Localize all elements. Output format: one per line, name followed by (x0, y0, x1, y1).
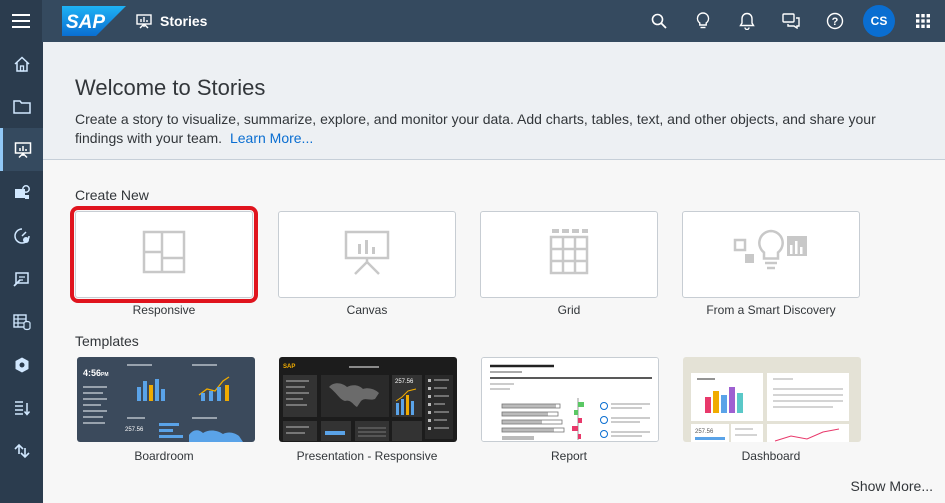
boardroom-time: 4:56 (83, 368, 101, 378)
stories-icon (136, 13, 152, 29)
dashboard-label: Dashboard (741, 449, 801, 463)
grid-table-icon (549, 229, 589, 280)
templates-heading: Templates (75, 333, 139, 349)
search-icon[interactable] (637, 0, 681, 42)
presentation-responsive-template[interactable]: SAP 257.56 (279, 357, 457, 442)
user-avatar[interactable]: CS (863, 5, 895, 37)
models-icon[interactable] (0, 343, 43, 386)
planning-icon[interactable] (0, 257, 43, 300)
shell-bar: SAP Stories ? CS (0, 0, 945, 42)
grid-tile[interactable] (480, 211, 658, 298)
app-title[interactable]: Stories (136, 13, 207, 29)
lightbulb-icon[interactable] (681, 0, 725, 42)
svg-text:?: ? (832, 16, 839, 28)
folder-icon[interactable] (0, 85, 43, 128)
report-label: Report (550, 449, 588, 463)
sap-logo[interactable]: SAP (62, 6, 126, 36)
menu-icon[interactable] (0, 0, 42, 42)
smart-discovery-label: From a Smart Discovery (706, 303, 836, 317)
canvas-tile[interactable] (278, 211, 456, 298)
responsive-tile[interactable] (70, 206, 258, 303)
data-import-icon[interactable] (0, 386, 43, 429)
canvas-label: Canvas (346, 303, 388, 317)
app-title-label: Stories (160, 13, 208, 29)
boardroom-label: Boardroom (134, 449, 194, 463)
notification-icon[interactable] (725, 0, 769, 42)
create-new-heading: Create New (75, 187, 149, 203)
welcome-header: Welcome to Stories Create a story to vis… (43, 42, 945, 160)
boardroom-thumbnail: 4:56PM 257.56 (77, 357, 255, 442)
page-title: Welcome to Stories (75, 75, 266, 100)
home-icon[interactable] (0, 42, 43, 85)
boardroom-value: 257.56 (125, 427, 144, 433)
presentation-responsive-label: Presentation - Responsive (296, 449, 438, 463)
page-description: Create a story to visualize, summarize, … (75, 110, 895, 148)
stories-nav-icon[interactable] (0, 128, 43, 171)
chat-icon[interactable] (769, 0, 813, 42)
boardroom-template[interactable]: 4:56PM 257.56 (77, 357, 255, 442)
presentation-brand: SAP (283, 364, 295, 370)
boardroom-time-suffix: PM (101, 372, 109, 378)
learn-more-link[interactable]: Learn More... (230, 130, 313, 146)
datasets-icon[interactable] (0, 300, 43, 343)
explore-icon[interactable] (0, 214, 43, 257)
dashboard-template[interactable]: 257.56 (683, 357, 861, 442)
connections-icon[interactable] (0, 429, 43, 472)
svg-text:SAP: SAP (66, 12, 105, 33)
help-icon[interactable]: ? (813, 0, 857, 42)
report-template[interactable] (481, 357, 659, 442)
product-switch-icon[interactable] (901, 0, 945, 42)
analytics-designer-icon[interactable] (0, 171, 43, 214)
report-thumbnail (482, 358, 658, 441)
presentation-thumbnail: SAP 257.56 (279, 357, 457, 442)
dashboard-value: 257.56 (695, 429, 714, 435)
grid-label: Grid (557, 303, 581, 317)
presentation-value: 257.56 (395, 379, 414, 385)
responsive-label: Responsive (132, 303, 196, 317)
side-navigation (0, 42, 43, 503)
dashboard-thumbnail: 257.56 (683, 357, 861, 442)
smart-discovery-icon (733, 228, 809, 281)
responsive-layout-icon (142, 230, 186, 279)
show-more-link[interactable]: Show More... (851, 478, 933, 494)
description-text: Create a story to visualize, summarize, … (75, 111, 876, 146)
presentation-canvas-icon (343, 228, 391, 281)
smart-discovery-tile[interactable] (682, 211, 860, 298)
